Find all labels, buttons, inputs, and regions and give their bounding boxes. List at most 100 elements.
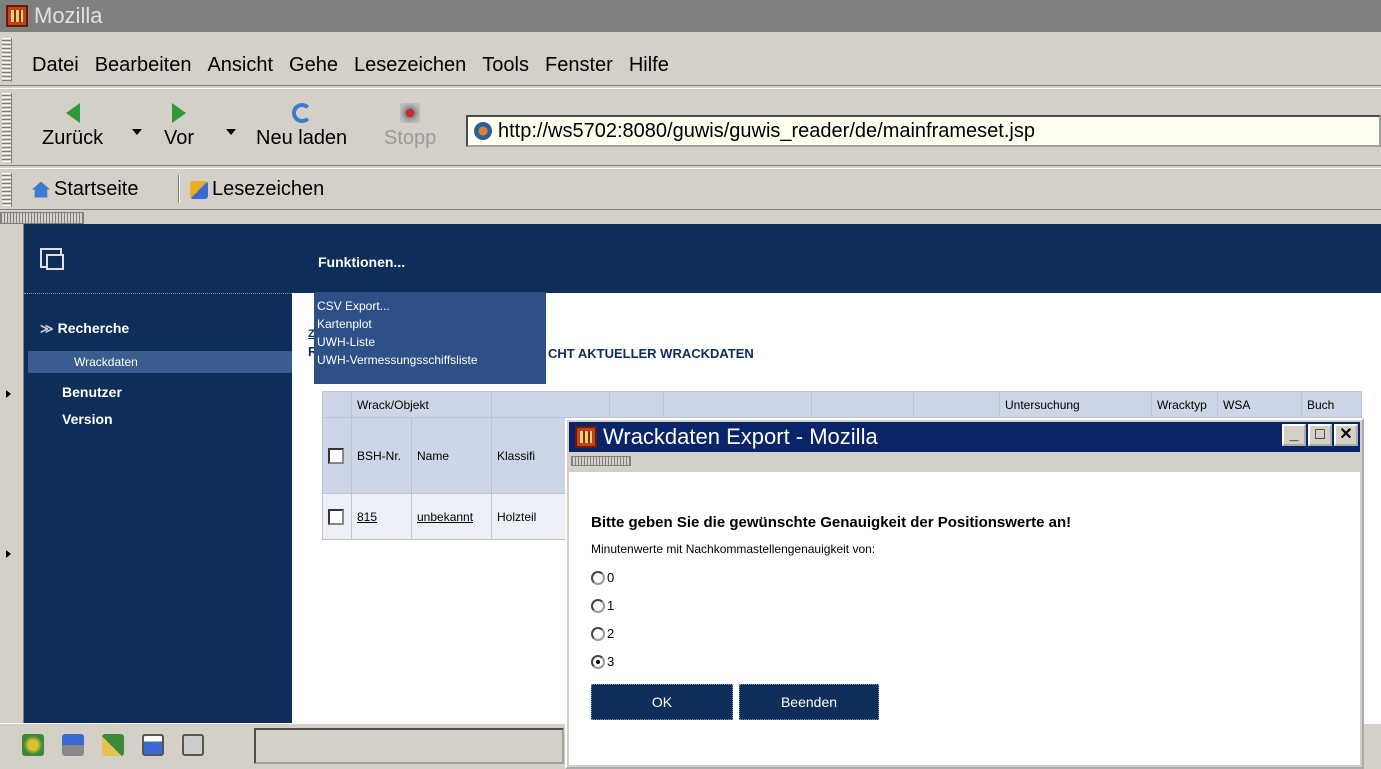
mail-icon[interactable] [62,734,84,756]
menu-datei[interactable]: Datei [32,54,79,77]
home-button[interactable]: Startseite [32,178,138,201]
forward-dropdown-icon[interactable] [226,129,236,135]
row-checkbox[interactable] [328,508,344,525]
radio-button-selected[interactable] [591,655,605,669]
personalbar-grip[interactable] [2,173,12,207]
table-header-cell [663,391,812,418]
radio-option-2[interactable]: 2 [591,626,614,641]
dialog-titlebar[interactable]: Wrackdaten Export - Mozilla [569,422,1360,452]
menubar-grip[interactable] [2,38,12,82]
app-header [24,224,1381,293]
site-icon [474,122,492,140]
menu-item-uwh-vermessungsschiffsliste[interactable]: UWH-Vermessungsschiffsliste [317,351,546,369]
row-bsh-cell: 815 [351,493,412,540]
radio-button[interactable] [591,627,605,641]
personal-toolbar: Startseite Lesezeichen [0,168,1381,210]
url-field[interactable]: http://ws5702:8080/guwis/guwis_reader/de… [466,115,1381,147]
ok-button[interactable]: OK [591,684,733,720]
table-header-cell [322,391,352,418]
sidebar-item-benutzer[interactable]: Benutzer [62,384,122,400]
splitter-arrow-icon[interactable] [6,390,11,398]
table-header-wsa: WSA [1217,391,1302,418]
navbar-grip[interactable] [2,93,12,163]
collapsed-toolbar-grip[interactable] [0,212,84,224]
table-header-name: Name [411,417,492,494]
radio-button[interactable] [591,599,605,613]
window-titlebar: Mozilla [0,0,1381,32]
table-header-cell [609,391,664,418]
beenden-button[interactable]: Beenden [739,684,879,720]
back-arrow-icon [65,103,80,123]
sidebar-splitter[interactable] [0,224,24,723]
forward-label: Vor [164,127,195,149]
sidebar-recherche-label: Recherche [57,320,130,336]
sidebar-item-recherche[interactable]: ≫ Recherche [40,320,129,337]
splitter-arrow-icon[interactable] [6,550,11,558]
composer-icon[interactable] [102,734,124,756]
menu-item-uwh-liste[interactable]: UWH-Liste [317,333,546,351]
select-all-cell [322,417,352,494]
back-button[interactable]: Zurück [42,103,103,150]
dialog-title: Wrackdaten Export - Mozilla [603,424,878,449]
bookmarks-button[interactable]: Lesezeichen [190,178,324,201]
maximize-button[interactable]: □ [1308,424,1332,446]
radio-option-3[interactable]: 3 [591,654,614,669]
home-icon [32,181,50,198]
table-header-wracktyp: Wracktyp [1151,391,1218,418]
url-text[interactable]: http://ws5702:8080/guwis/guwis_reader/de… [498,120,1035,143]
mozilla-app-icon [575,426,597,448]
address-book-icon[interactable] [142,734,164,756]
select-all-checkbox[interactable] [328,447,344,464]
radio-option-0[interactable]: 0 [591,570,614,585]
funktionen-menu[interactable]: Funktionen... [318,254,405,270]
export-dialog: Wrackdaten Export - Mozilla _ □ ✕ Bitte … [565,418,1364,769]
menu-tools[interactable]: Tools [482,54,529,77]
menu-item-csv-export[interactable]: CSV Export... [317,297,546,315]
table-header-untersuchung: Untersuchung [999,391,1152,418]
reload-icon [291,103,312,123]
stop-button[interactable]: Stopp [384,103,436,150]
radio-button[interactable] [591,571,605,585]
table-header-cell [811,391,914,418]
menu-ansicht[interactable]: Ansicht [207,54,273,77]
radio-option-1[interactable]: 1 [591,598,614,613]
toolbar-separator [178,175,180,203]
radio-label: 1 [607,598,615,613]
forward-arrow-icon [172,103,187,123]
navigator-icon[interactable] [22,734,44,756]
sidebar-item-version[interactable]: Version [62,411,113,427]
dialog-body: Bitte geben Sie die gewünschte Genauigke… [569,472,1360,765]
menu-gehe[interactable]: Gehe [289,54,338,77]
menu-fenster[interactable]: Fenster [545,54,613,77]
close-button[interactable]: ✕ [1334,424,1358,446]
menu-item-kartenplot[interactable]: Kartenplot [317,315,546,333]
funktionen-dropdown: CSV Export... Kartenplot UWH-Liste UWH-V… [314,292,546,384]
menu-hilfe[interactable]: Hilfe [629,54,669,77]
table-header-cell [913,391,1000,418]
home-label: Startseite [54,178,139,200]
reload-button[interactable]: Neu laden [256,103,347,150]
dialog-subtext: Minutenwerte mit Nachkommastellengenauig… [591,542,876,556]
navigation-toolbar: Zurück Vor Neu laden Stopp http://ws5702… [0,88,1381,166]
dialog-toolbar-grip[interactable] [571,456,631,466]
radio-label: 3 [607,654,615,669]
radio-label: 0 [607,570,615,585]
back-dropdown-icon[interactable] [132,129,142,135]
menu-lesezeichen[interactable]: Lesezeichen [354,54,466,77]
wreck-name-link[interactable]: unbekannt [417,510,473,524]
page-title: CHT AKTUELLER WRACKDATEN [548,346,754,361]
minimize-button[interactable]: _ [1282,424,1306,446]
row-name-cell: unbekannt [411,493,492,540]
status-text-panel [254,728,564,764]
dialog-heading: Bitte geben Sie die gewünschte Genauigke… [591,514,1072,531]
chat-icon[interactable] [182,734,204,756]
table-header-bsh-nr: BSH-Nr. [351,417,412,494]
sidebar-item-wrackdaten[interactable]: Wrackdaten [28,351,292,373]
window-title: Mozilla [34,3,103,28]
bookmarks-label: Lesezeichen [212,178,325,200]
forward-button[interactable]: Vor [164,103,194,150]
frames-icon[interactable] [40,248,64,270]
menu-bearbeiten[interactable]: Bearbeiten [95,54,192,77]
bookmarks-icon [190,180,208,199]
bsh-nr-link[interactable]: 815 [357,510,377,524]
